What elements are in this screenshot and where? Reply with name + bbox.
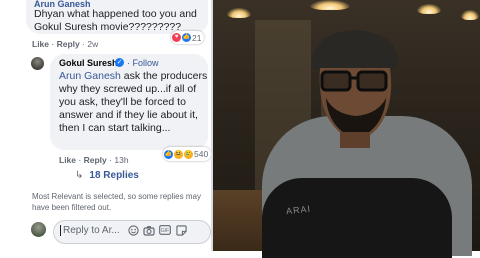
- replies-label: 18 Replies: [89, 170, 139, 181]
- like-link[interactable]: Like: [59, 155, 76, 165]
- svg-text:GIF: GIF: [161, 228, 169, 234]
- comment-actions: Like · Reply · 2w: [32, 39, 98, 49]
- lamp: [310, 0, 350, 10]
- reply-box-icons: GIF: [127, 224, 187, 236]
- lamp: [417, 4, 441, 14]
- reply-input[interactable]: Reply to Ar...: [60, 225, 120, 236]
- like-link[interactable]: Like: [32, 39, 49, 49]
- timestamp[interactable]: 2w: [87, 39, 98, 49]
- filter-note: Most Relevant is selected, so some repli…: [32, 192, 201, 212]
- person-head: [311, 30, 399, 148]
- jacket: [262, 178, 452, 258]
- separator: ·: [82, 39, 85, 49]
- verified-icon: ✓: [115, 58, 124, 67]
- camera-icon[interactable]: [143, 224, 155, 236]
- comment-actions: Like · Reply · 13h: [59, 155, 129, 165]
- emoji-icon[interactable]: [127, 224, 139, 236]
- reply-link[interactable]: Reply: [57, 39, 80, 49]
- mention-link[interactable]: Arun Ganesh: [59, 70, 121, 82]
- comment-author[interactable]: Gokul Suresh: [59, 58, 118, 68]
- gif-icon[interactable]: GIF: [159, 224, 171, 236]
- haha-icon: 😆: [174, 149, 183, 159]
- comment-text: Arun Ganesh ask the producers why they s…: [59, 70, 209, 135]
- reply-link[interactable]: Reply: [84, 155, 107, 165]
- reaction-summary[interactable]: ♥ 👍 21: [171, 31, 205, 44]
- separator: ·: [51, 39, 55, 49]
- like-icon: 👍: [164, 149, 173, 159]
- comment-panel: Arun Ganesh Dhyan what happened too you …: [0, 0, 211, 251]
- timestamp[interactable]: 13h: [114, 155, 128, 165]
- sad-icon: 😢: [184, 149, 193, 159]
- view-replies-link[interactable]: ↳ 18 Replies: [75, 170, 139, 181]
- follow-link[interactable]: · Follow: [127, 58, 159, 68]
- reply-arrow-icon: ↳: [75, 170, 84, 181]
- lamp: [227, 8, 251, 18]
- sticker-icon[interactable]: [175, 224, 187, 236]
- separator: ·: [78, 155, 82, 165]
- avatar[interactable]: [31, 57, 44, 70]
- comment-text: Dhyan what happened too you and Gokul Su…: [34, 8, 197, 33]
- lamp: [461, 10, 479, 20]
- reaction-summary[interactable]: 👍 😆 😢 540: [163, 147, 211, 161]
- reaction-count: 21: [192, 32, 202, 43]
- like-icon: 👍: [182, 33, 191, 42]
- separator: ·: [109, 155, 112, 165]
- heart-icon: ♥: [172, 33, 181, 42]
- reaction-count: 540: [194, 149, 209, 159]
- avatar: [31, 222, 46, 237]
